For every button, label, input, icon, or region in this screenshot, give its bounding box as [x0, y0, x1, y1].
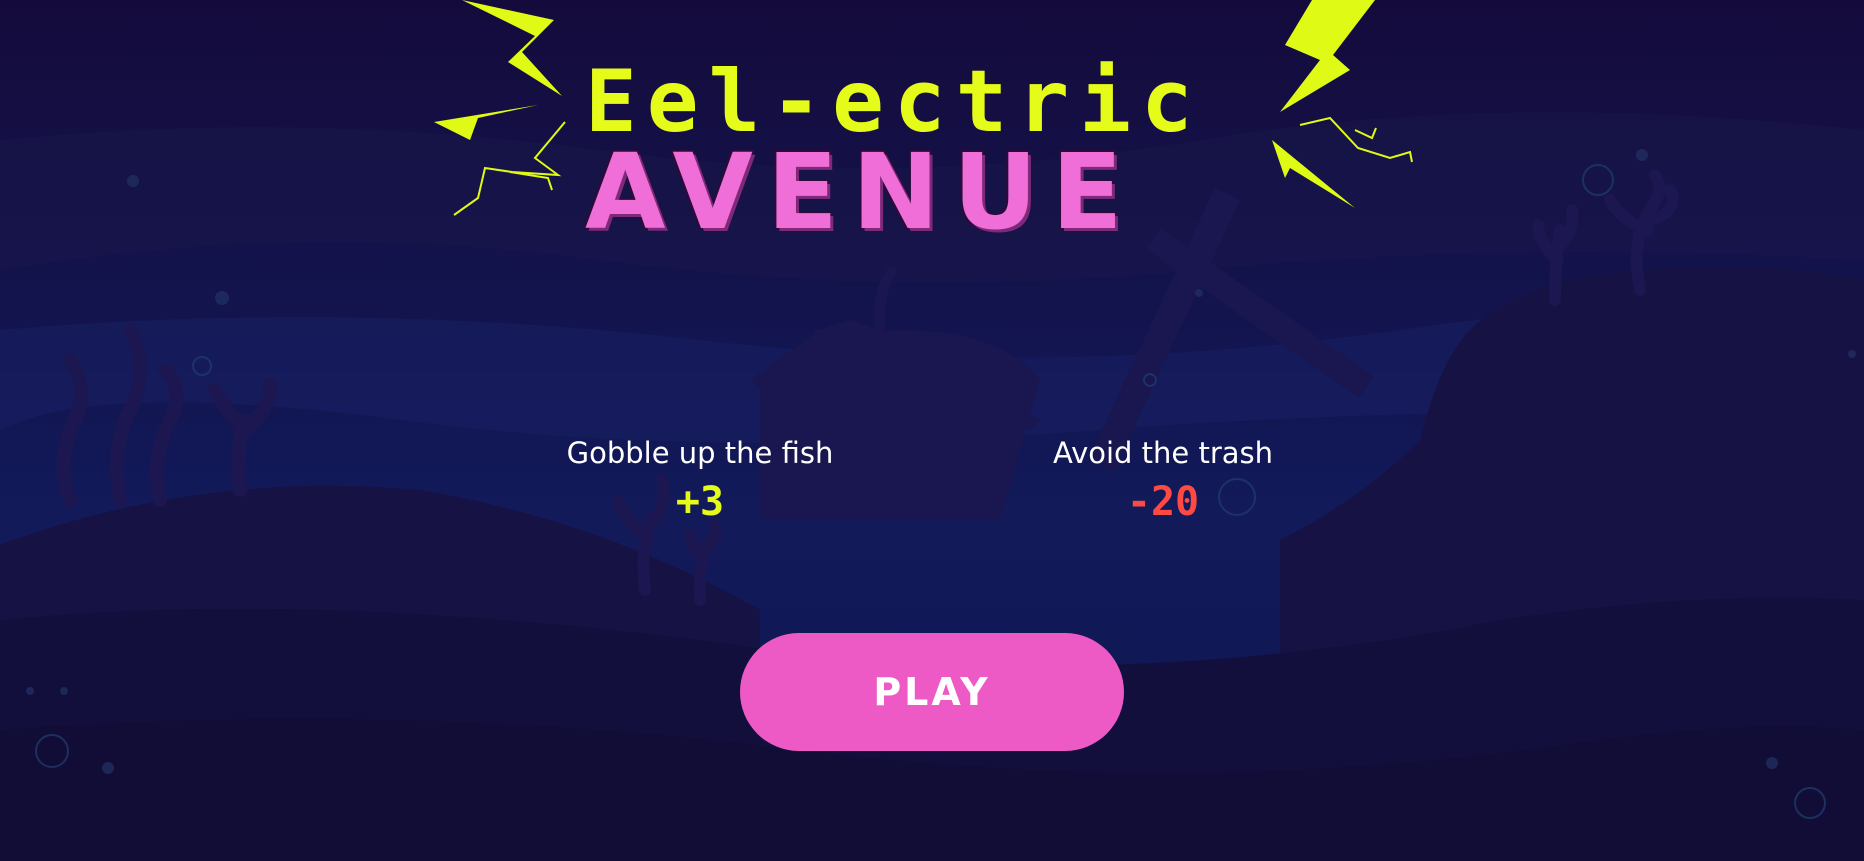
play-button[interactable]: PLAY [740, 633, 1124, 751]
fish-rule-label: Gobble up the fish [566, 436, 834, 470]
trash-rule-label: Avoid the trash [1052, 436, 1274, 470]
game-title-line1: Eel-ectric [585, 52, 1203, 152]
game-title-line2: AVENUE [585, 131, 1137, 253]
trash-points-value: -20 [1126, 479, 1200, 525]
fish-points-value: +3 [675, 479, 725, 525]
